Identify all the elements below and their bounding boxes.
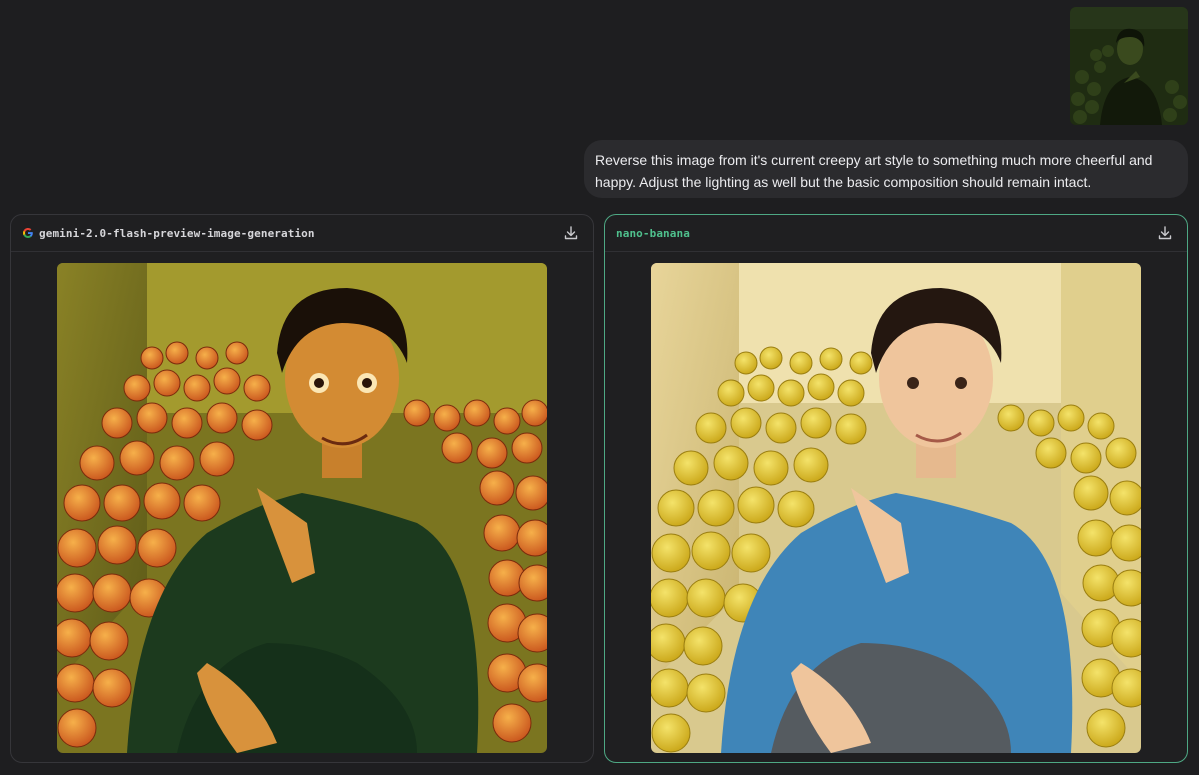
model-name-label: gemini-2.0-flash-preview-image-generatio…	[39, 226, 315, 240]
result-panel-header: gemini-2.0-flash-preview-image-generatio…	[11, 215, 593, 252]
model-name-label: nano-banana	[616, 226, 690, 240]
download-icon[interactable]	[563, 225, 579, 241]
result-panel-nano-banana[interactable]: nano-banana	[604, 214, 1188, 763]
user-image-preview	[1070, 7, 1188, 125]
generated-image-gemini[interactable]	[57, 263, 547, 753]
generated-image-content	[57, 263, 547, 753]
generated-image-content	[651, 263, 1141, 753]
google-g-icon	[23, 228, 33, 238]
user-prompt-message: Reverse this image from it's current cre…	[584, 140, 1188, 198]
result-panel-gemini[interactable]: gemini-2.0-flash-preview-image-generatio…	[10, 214, 594, 763]
download-icon[interactable]	[1157, 225, 1173, 241]
generated-image-nano-banana[interactable]	[651, 263, 1141, 753]
result-panel-header: nano-banana	[605, 215, 1187, 252]
user-uploaded-image[interactable]	[1070, 7, 1188, 125]
